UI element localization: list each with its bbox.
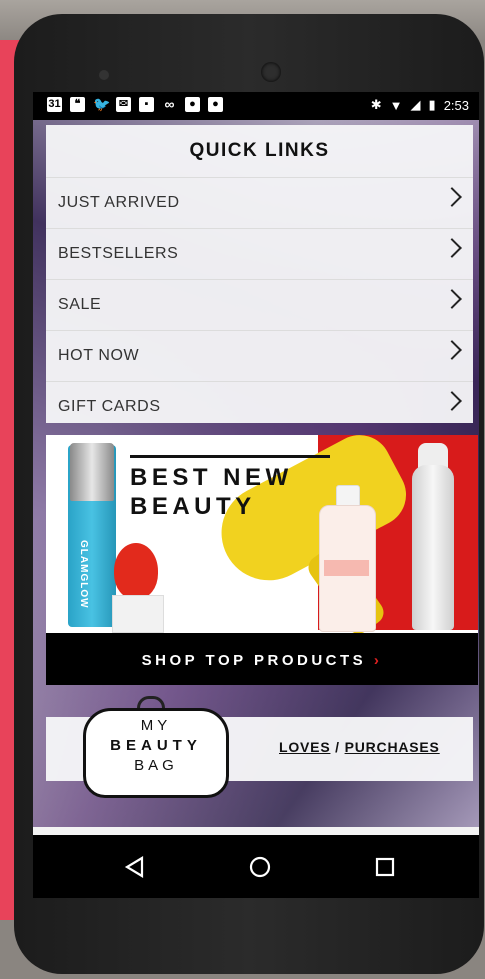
signal-icon: ◢ — [410, 97, 421, 112]
headline-rule — [130, 455, 330, 458]
phone-speaker — [99, 70, 109, 80]
banner-headline: BEST NEW BEAUTY — [130, 463, 293, 521]
shopping-bag-icon: ● — [185, 97, 200, 112]
status-bar: 31 ❝ 🐦 ✉ ▪ ∞ ● ● ✱ ▼ ◢ ▮ 2:53 — [33, 92, 479, 120]
home-button[interactable] — [245, 852, 275, 882]
recents-icon — [375, 857, 395, 877]
quick-links-title: QUICK LINKS — [189, 140, 330, 161]
chevron-right-icon — [442, 238, 462, 258]
quick-link-label: GIFT CARDS — [58, 398, 161, 415]
lotion-label-image — [324, 560, 369, 576]
navigation-bar — [33, 835, 479, 898]
product-bottle-text: GLAMGLOW — [78, 540, 89, 609]
purchases-link[interactable]: PURCHASES — [345, 739, 440, 755]
quick-link-just-arrived[interactable]: JUST ARRIVED — [46, 177, 473, 228]
twitter-icon: 🐦 — [93, 96, 111, 112]
phone-screen: 31 ❝ 🐦 ✉ ▪ ∞ ● ● ✱ ▼ ◢ ▮ 2:53 QUICK LINK… — [33, 92, 479, 898]
back-button[interactable] — [120, 852, 150, 882]
quick-link-label: SALE — [58, 296, 102, 313]
shopping-bag-icon: ● — [208, 97, 223, 112]
spray-can-image — [412, 465, 454, 630]
voicemail-icon: ∞ — [164, 96, 175, 112]
calendar-icon: 31 — [47, 97, 62, 112]
home-icon — [249, 856, 271, 878]
battery-icon: ▮ — [428, 97, 436, 112]
cta-arrow-icon: › — [373, 652, 383, 669]
content-bottom-strip — [33, 827, 479, 835]
gallery-icon: ▪ — [139, 97, 154, 112]
quick-link-sale[interactable]: SALE — [46, 279, 473, 330]
bag-logo-line-2: BEAUTY — [110, 737, 202, 754]
headline-line-2: BEAUTY — [130, 493, 256, 520]
mail-icon: ✉ — [116, 97, 131, 112]
links-separator: / — [335, 739, 340, 755]
headline-line-1: BEST NEW — [130, 464, 293, 491]
bag-logo-line-3: BAG — [134, 757, 178, 774]
quick-link-hot-now[interactable]: HOT NOW — [46, 330, 473, 381]
clock: 2:53 — [443, 97, 469, 113]
makeup-sponge-image — [114, 543, 158, 599]
quick-link-label: HOT NOW — [58, 347, 140, 364]
chevron-right-icon — [442, 391, 462, 411]
chevron-right-icon — [442, 289, 462, 309]
quick-link-bestsellers[interactable]: BESTSELLERS — [46, 228, 473, 279]
back-icon — [124, 856, 144, 878]
bluetooth-icon: ✱ — [370, 97, 382, 112]
sponge-stand-image — [112, 595, 164, 633]
my-beauty-bag-logo[interactable]: MY BEAUTY BAG — [83, 708, 229, 798]
quick-links-panel: QUICK LINKS JUST ARRIVED BESTSELLERS SAL… — [46, 125, 473, 423]
chevron-right-icon — [442, 187, 462, 207]
beauty-bag-links: LOVES / PURCHASES — [279, 739, 440, 755]
best-new-beauty-banner[interactable]: GLAMGLOW BEST NEW BEAUTY SHOP TOP PRODUC… — [46, 435, 478, 685]
recents-button[interactable] — [370, 852, 400, 882]
cta-label: SHOP TOP PRODUCTS — [141, 652, 367, 669]
phone-camera — [261, 62, 281, 82]
bag-logo-line-1: MY — [140, 717, 172, 734]
wifi-icon: ▼ — [389, 97, 403, 113]
shop-top-products-link[interactable]: SHOP TOP PRODUCTS › — [46, 652, 478, 669]
hangouts-icon: ❝ — [70, 97, 85, 112]
product-bottle-cap-image — [70, 443, 114, 501]
quick-link-label: JUST ARRIVED — [58, 194, 180, 211]
quick-link-gift-cards[interactable]: GIFT CARDS — [46, 381, 473, 432]
quick-link-label: BESTSELLERS — [58, 245, 179, 262]
chevron-right-icon — [442, 340, 462, 360]
loves-link[interactable]: LOVES — [279, 739, 330, 755]
